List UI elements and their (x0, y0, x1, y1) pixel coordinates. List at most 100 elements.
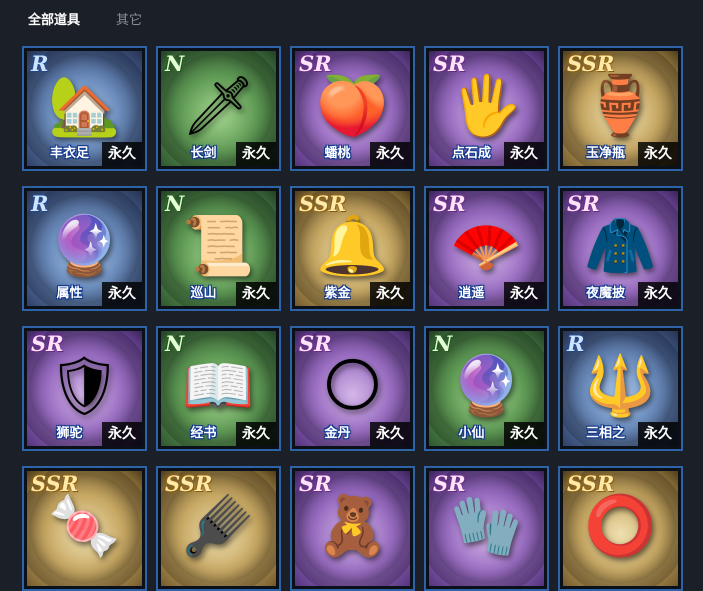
rarity-badge: SR (567, 191, 600, 216)
item-card-inner: 🔮 N 小仙 永久 (429, 331, 544, 446)
item-card[interactable]: 🗡 N 长剑 永久 (156, 46, 281, 171)
item-icon: 🖐 (450, 71, 523, 140)
item-icon: 🍬 (48, 491, 121, 560)
item-card-inner: 🏺 SSR 玉净瓶 永久 (563, 51, 678, 166)
tab-other[interactable]: 其它 (116, 9, 142, 28)
item-card-inner: 🧸 SR (295, 471, 410, 586)
duration-label: 永久 (102, 282, 142, 306)
item-card[interactable]: 📜 N 巡山 永久 (156, 186, 281, 311)
item-card[interactable]: 🔮 R 属性 永久 (22, 186, 147, 311)
duration-label: 永久 (236, 142, 276, 166)
item-name: 狮驼 (56, 426, 83, 441)
item-name: 属性 (56, 286, 83, 301)
duration-label: 永久 (236, 422, 276, 446)
item-name: 逍遥 (458, 286, 485, 301)
duration-label: 永久 (370, 422, 410, 446)
item-card-inner: 🧥 SR 夜魔披 永久 (563, 191, 678, 306)
item-card[interactable]: 🍬 SSR (22, 466, 147, 591)
item-card[interactable]: 🌕 SR 金丹 永久 (290, 326, 415, 451)
item-icon: 🧥 (584, 211, 657, 280)
duration-label: 永久 (236, 282, 276, 306)
item-name: 三相之 (585, 426, 625, 441)
item-icon: 🔔 (316, 211, 389, 280)
item-icon: 🔮 (450, 351, 523, 420)
duration-label: 永久 (370, 142, 410, 166)
item-name: 玉净瓶 (585, 146, 625, 161)
item-name: 丰衣足 (49, 146, 89, 161)
item-icon: 📖 (182, 351, 255, 420)
item-card-inner: 🏡 R 丰衣足 永久 (27, 51, 142, 166)
item-card[interactable]: 🏡 R 丰衣足 永久 (22, 46, 147, 171)
item-card[interactable]: 📖 N 经书 永久 (156, 326, 281, 451)
rarity-badge: SR (433, 51, 466, 76)
item-card[interactable]: 🔱 R 三相之 永久 (558, 326, 683, 451)
rarity-badge: R (31, 51, 49, 76)
duration-label: 永久 (102, 422, 142, 446)
item-card[interactable]: 🧥 SR 夜魔披 永久 (558, 186, 683, 311)
item-card-inner: 🗡 N 长剑 永久 (161, 51, 276, 166)
rarity-badge: N (433, 331, 453, 356)
item-name: 长剑 (190, 146, 217, 161)
item-card-inner: 🖐 SR 点石成 永久 (429, 51, 544, 166)
item-card[interactable]: 🧸 SR (290, 466, 415, 591)
item-card-inner: 📖 N 经书 永久 (161, 331, 276, 446)
item-card-inner: 🔱 R 三相之 永久 (563, 331, 678, 446)
tab-all-items[interactable]: 全部道具 (28, 9, 80, 28)
item-card[interactable]: 🪮 SSR (156, 466, 281, 591)
item-card[interactable]: 🖐 SR 点石成 永久 (424, 46, 549, 171)
item-card-inner: 🔮 R 属性 永久 (27, 191, 142, 306)
item-grid: 🏡 R 丰衣足 永久 🗡 N 长剑 永久 🍑 SR 蟠桃 永久 🖐 SR 点石成 永久 🏺 SSR 玉净瓶 永久 🔮 R 属… (22, 46, 683, 591)
rarity-badge: SR (433, 191, 466, 216)
duration-label: 永久 (102, 142, 142, 166)
item-icon: 🛡 (47, 351, 122, 420)
rarity-badge: R (31, 191, 49, 216)
item-card[interactable]: 🔮 N 小仙 永久 (424, 326, 549, 451)
duration-label: 永久 (638, 142, 678, 166)
duration-label: 永久 (504, 422, 544, 446)
item-icon: 🌕 (322, 351, 383, 420)
item-icon: 🏺 (584, 71, 657, 140)
item-icon: 🗡 (181, 71, 256, 140)
rarity-badge: N (165, 191, 185, 216)
item-card-inner: 🪮 SSR (161, 471, 276, 586)
item-icon: 🧤 (450, 491, 523, 560)
item-card-inner: 🍑 SR 蟠桃 永久 (295, 51, 410, 166)
item-card-inner: 🔔 SSR 紫金 永久 (295, 191, 410, 306)
item-card-inner: 🌕 SR 金丹 永久 (295, 331, 410, 446)
item-name: 蟠桃 (324, 146, 351, 161)
rarity-badge: SSR (165, 471, 213, 496)
item-card[interactable]: ⭕ SSR (558, 466, 683, 591)
item-name: 经书 (190, 426, 217, 441)
rarity-badge: SR (31, 331, 64, 356)
rarity-badge: SR (299, 331, 332, 356)
item-icon: 🔮 (48, 211, 121, 280)
item-card[interactable]: 🏺 SSR 玉净瓶 永久 (558, 46, 683, 171)
item-name: 点石成 (451, 146, 491, 161)
item-card[interactable]: 🔔 SSR 紫金 永久 (290, 186, 415, 311)
duration-label: 永久 (504, 142, 544, 166)
duration-label: 永久 (638, 422, 678, 446)
rarity-badge: SSR (31, 471, 79, 496)
item-card[interactable]: 🛡 SR 狮驼 永久 (22, 326, 147, 451)
item-icon: 🔱 (584, 351, 657, 420)
item-name: 紫金 (324, 286, 351, 301)
tab-bar: 全部道具 其它 (0, 0, 703, 38)
duration-label: 永久 (504, 282, 544, 306)
item-icon: 🪮 (182, 491, 255, 560)
item-card-inner: 🧤 SR (429, 471, 544, 586)
rarity-badge: SR (299, 51, 332, 76)
item-card[interactable]: 🍑 SR 蟠桃 永久 (290, 46, 415, 171)
item-icon: ⭕ (584, 491, 657, 560)
rarity-badge: SR (299, 471, 332, 496)
item-icon: 🍑 (316, 71, 389, 140)
rarity-badge: N (165, 51, 185, 76)
item-icon: 📜 (182, 211, 255, 280)
item-card[interactable]: 🧤 SR (424, 466, 549, 591)
rarity-badge: SSR (299, 191, 347, 216)
item-card-inner: 🍬 SSR (27, 471, 142, 586)
item-card[interactable]: 🪭 SR 逍遥 永久 (424, 186, 549, 311)
item-name: 夜魔披 (585, 286, 625, 301)
item-card-inner: 📜 N 巡山 永久 (161, 191, 276, 306)
rarity-badge: N (165, 331, 185, 356)
item-name: 小仙 (458, 426, 485, 441)
